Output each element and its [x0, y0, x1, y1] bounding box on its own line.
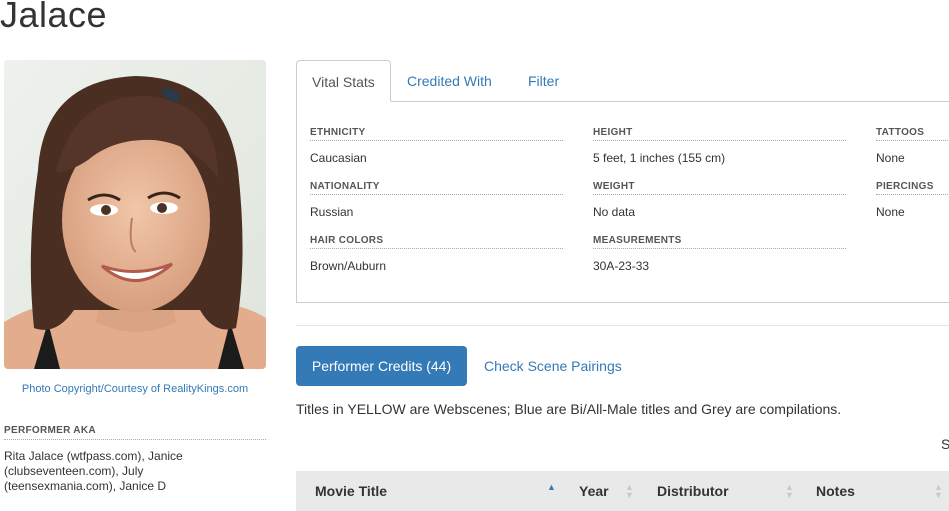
- stat-height: HEIGHT 5 feet, 1 inches (155 cm): [593, 127, 846, 165]
- stat-nationality-value: Russian: [310, 205, 354, 219]
- sort-asc-icon[interactable]: ▲: [547, 483, 556, 492]
- stat-nationality: NATIONALITY Russian: [310, 181, 563, 219]
- stat-measurements-label: MEASUREMENTS: [593, 235, 846, 249]
- sort-icon[interactable]: ▲ ▼: [625, 483, 634, 500]
- performer-credits-button[interactable]: Performer Credits (44): [296, 346, 467, 386]
- vital-stats-panel: ETHNICITY Caucasian NATIONALITY Russian …: [296, 101, 949, 303]
- tab-filter[interactable]: Filter: [513, 60, 574, 100]
- page-title: Jalace: [0, 0, 108, 35]
- stat-weight-label: WEIGHT: [593, 181, 846, 195]
- stat-measurements: MEASUREMENTS 30A-23-33: [593, 235, 846, 273]
- tab-credited-with[interactable]: Credited With: [392, 60, 507, 100]
- stat-piercings-value: None: [876, 205, 905, 219]
- photo-credit-link[interactable]: Photo Copyright/Courtesy of RealityKings…: [4, 382, 266, 396]
- stat-hair-colors-value: Brown/Auburn: [310, 259, 387, 273]
- section-divider: [296, 325, 949, 326]
- stat-tattoos-value: None: [876, 151, 905, 165]
- column-notes[interactable]: Notes: [816, 471, 855, 501]
- column-year[interactable]: Year: [579, 471, 609, 501]
- tab-vital-stats[interactable]: Vital Stats: [296, 60, 391, 102]
- credits-table-header: Movie Title ▲ Year ▲ ▼ Distributor ▲ ▼ Not…: [296, 471, 949, 511]
- stat-ethnicity-label: ETHNICITY: [310, 127, 563, 141]
- stat-ethnicity-value: Caucasian: [310, 151, 367, 165]
- stat-height-label: HEIGHT: [593, 127, 846, 141]
- stat-weight-value: No data: [593, 205, 636, 219]
- stat-nationality-label: NATIONALITY: [310, 181, 563, 195]
- stat-tattoos-label: TATTOOS: [876, 127, 949, 141]
- title-color-legend: Titles in YELLOW are Webscenes; Blue are…: [296, 401, 842, 417]
- stat-weight: WEIGHT No data: [593, 181, 846, 219]
- stat-height-value: 5 feet, 1 inches (155 cm): [593, 151, 726, 165]
- stat-ethnicity: ETHNICITY Caucasian: [310, 127, 563, 165]
- performer-aka-heading: PERFORMER AKA: [4, 425, 266, 440]
- search-label-partial: S: [941, 436, 949, 452]
- performer-photo[interactable]: [4, 60, 266, 369]
- tab-bar: Vital Stats Credited With Filter: [296, 60, 949, 102]
- stat-tattoos: TATTOOS None: [876, 127, 949, 165]
- stat-piercings-label: PIERCINGS: [876, 181, 949, 195]
- column-distributor[interactable]: Distributor: [657, 471, 729, 501]
- sort-icon[interactable]: ▲ ▼: [785, 483, 794, 500]
- stat-hair-colors-label: HAIR COLORS: [310, 235, 563, 249]
- stat-piercings: PIERCINGS None: [876, 181, 949, 219]
- stat-measurements-value: 30A-23-33: [593, 259, 650, 273]
- sort-icon[interactable]: ▲ ▼: [934, 483, 943, 500]
- column-movie-title[interactable]: Movie Title: [315, 471, 387, 501]
- stat-hair-colors: HAIR COLORS Brown/Auburn: [310, 235, 563, 273]
- performer-photo-image: [4, 60, 266, 369]
- performer-aka-list: Rita Jalace (wtfpass.com), Janice (clubs…: [4, 449, 183, 493]
- check-scene-pairings-link[interactable]: Check Scene Pairings: [484, 346, 622, 386]
